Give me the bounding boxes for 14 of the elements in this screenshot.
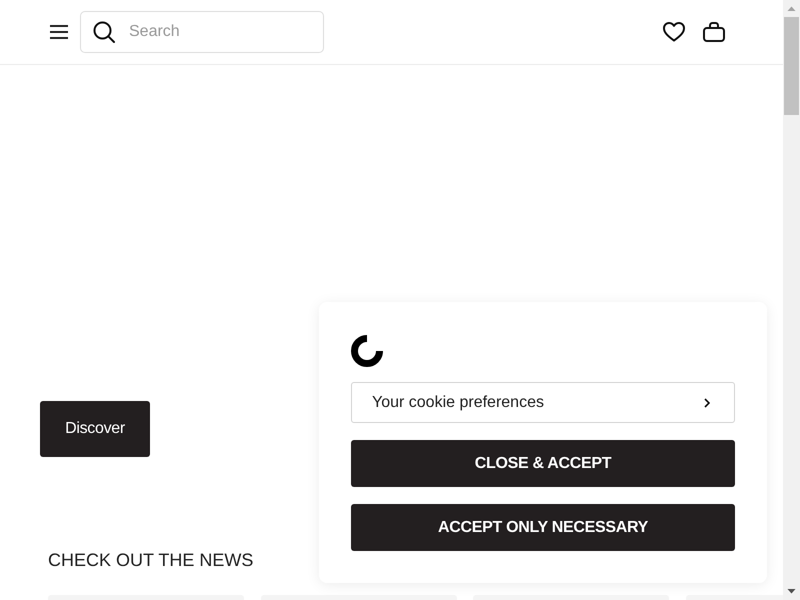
shopping-bag-icon[interactable] bbox=[703, 22, 725, 42]
chevron-right-icon bbox=[704, 398, 710, 408]
section-title: CHECK OUT THE NEWS bbox=[48, 549, 254, 571]
scrollbar-thumb[interactable] bbox=[784, 17, 799, 115]
consent-button[interactable]: CLOSE & ACCEPT bbox=[351, 440, 735, 487]
consent-button[interactable]: ACCEPT ONLY NECESSARY bbox=[351, 504, 735, 551]
search-field[interactable]: Search bbox=[80, 11, 324, 53]
ring-logo-icon bbox=[351, 335, 383, 367]
search-icon bbox=[93, 21, 115, 43]
scrollbar[interactable] bbox=[783, 0, 800, 600]
heart-icon[interactable] bbox=[663, 22, 685, 42]
menu-icon[interactable] bbox=[50, 25, 68, 39]
discover-button[interactable]: Discover bbox=[40, 401, 150, 457]
cookie-preferences-button[interactable]: Your cookie preferences bbox=[351, 382, 735, 423]
